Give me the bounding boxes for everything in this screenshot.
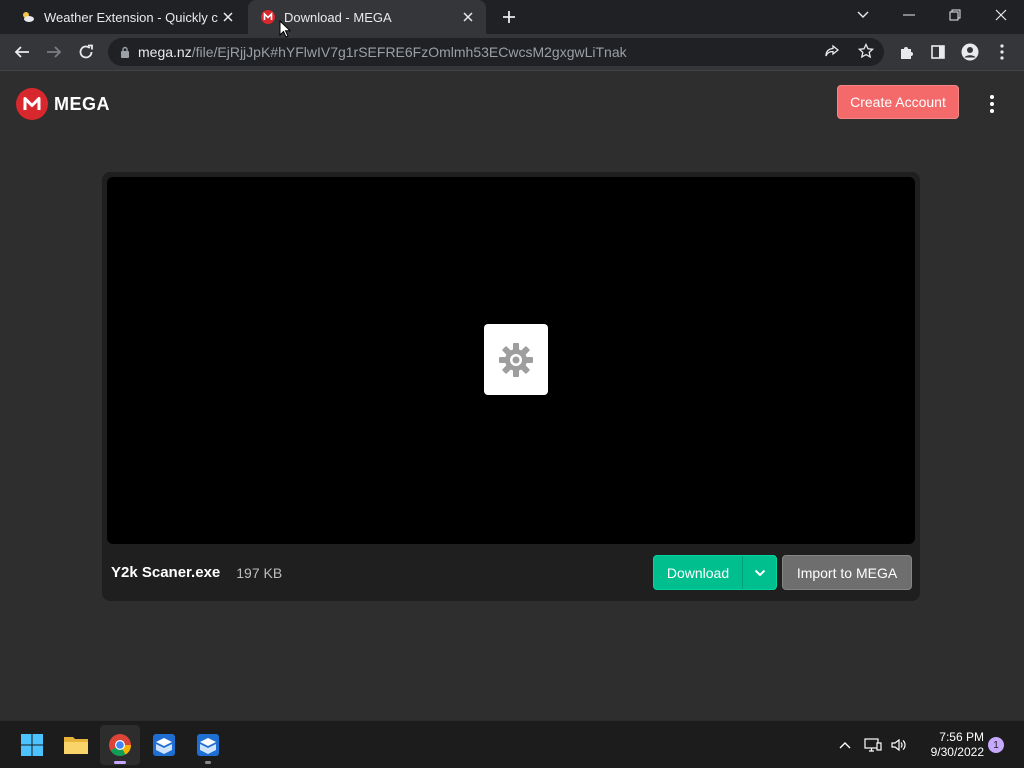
weather-icon	[20, 9, 36, 25]
back-arrow-icon[interactable]	[8, 38, 36, 66]
tab-title: Weather Extension - Quickly chec	[44, 9, 218, 25]
restore-icon[interactable]	[932, 0, 978, 30]
chrome-icon[interactable]	[100, 725, 140, 765]
download-label[interactable]: Download	[654, 556, 743, 589]
mega-icon	[260, 9, 276, 25]
mega-logo[interactable]: MEGA	[16, 88, 110, 120]
browser-menu-icon[interactable]	[988, 38, 1016, 66]
bookmark-star-icon[interactable]	[858, 43, 874, 59]
reload-icon[interactable]	[72, 38, 100, 66]
url-path: /file/EjRjjJpK#hYFlwIV7g1rSEFRE6FzOmlmh5…	[191, 44, 627, 60]
tab-title: Download - MEGA	[284, 9, 392, 25]
browser-toolbar: mega.nz/file/EjRjjJpK#hYFlwIV7g1rSEFRE6F…	[0, 34, 1024, 70]
running-indicator	[205, 761, 211, 764]
sandbox-app-icon[interactable]	[144, 725, 184, 765]
file-preview	[107, 177, 915, 544]
chevron-up-icon[interactable]	[836, 731, 854, 759]
chevron-down-icon[interactable]	[743, 556, 776, 589]
address-bar[interactable]: mega.nz/file/EjRjjJpK#hYFlwIV7g1rSEFRE6F…	[108, 38, 884, 66]
file-size: 197 KB	[236, 564, 283, 581]
windows-taskbar: 7:56 PM 9/30/2022 1	[0, 720, 1024, 768]
sandbox-app-icon-2[interactable]	[188, 725, 228, 765]
forward-arrow-icon[interactable]	[40, 38, 68, 66]
extensions-puzzle-icon[interactable]	[892, 38, 920, 66]
address-url: mega.nz/file/EjRjjJpK#hYFlwIV7g1rSEFRE6F…	[138, 44, 627, 60]
download-button[interactable]: Download	[653, 555, 777, 590]
side-panel-icon[interactable]	[924, 38, 952, 66]
tab-search-icon[interactable]	[840, 0, 886, 30]
url-host: mega.nz	[138, 44, 192, 60]
system-clock[interactable]: 7:56 PM 9/30/2022	[912, 730, 984, 760]
profile-icon[interactable]	[956, 38, 984, 66]
create-account-button[interactable]: Create Account	[837, 85, 959, 119]
minimize-icon[interactable]	[886, 0, 932, 30]
import-to-mega-button[interactable]: Import to MEGA	[782, 555, 912, 590]
more-options-icon[interactable]	[982, 93, 1002, 115]
volume-icon[interactable]	[888, 731, 910, 759]
tab-weather-extension[interactable]: Weather Extension - Quickly chec	[8, 0, 246, 34]
share-icon[interactable]	[824, 44, 840, 60]
clock-date: 9/30/2022	[930, 745, 984, 759]
file-card: Y2k Scaner.exe 197 KB Download Import to…	[102, 172, 920, 601]
mega-logo-mark	[16, 88, 48, 120]
clock-time: 7:56 PM	[939, 730, 984, 744]
close-tab-icon[interactable]	[218, 7, 238, 27]
windows-start-icon[interactable]	[12, 725, 52, 765]
active-indicator	[114, 761, 126, 764]
file-explorer-icon[interactable]	[56, 725, 96, 765]
lock-icon	[120, 46, 130, 58]
close-window-icon[interactable]	[978, 0, 1024, 30]
browser-tab-bar: Weather Extension - Quickly chec Downloa…	[0, 0, 1024, 34]
file-name: Y2k Scaner.exe	[111, 564, 221, 581]
network-icon[interactable]	[862, 731, 884, 759]
mouse-cursor-icon	[279, 19, 292, 43]
file-info-bar: Y2k Scaner.exe 197 KB Download Import to…	[102, 544, 920, 601]
mega-logo-text: MEGA	[54, 93, 110, 114]
notification-badge[interactable]: 1	[988, 737, 1004, 753]
gear-icon	[484, 324, 548, 395]
close-tab-icon[interactable]	[458, 7, 478, 27]
new-tab-button[interactable]	[498, 7, 520, 27]
page-content: MEGA Create Account Y2k Scaner.exe 197 K…	[0, 70, 1024, 720]
